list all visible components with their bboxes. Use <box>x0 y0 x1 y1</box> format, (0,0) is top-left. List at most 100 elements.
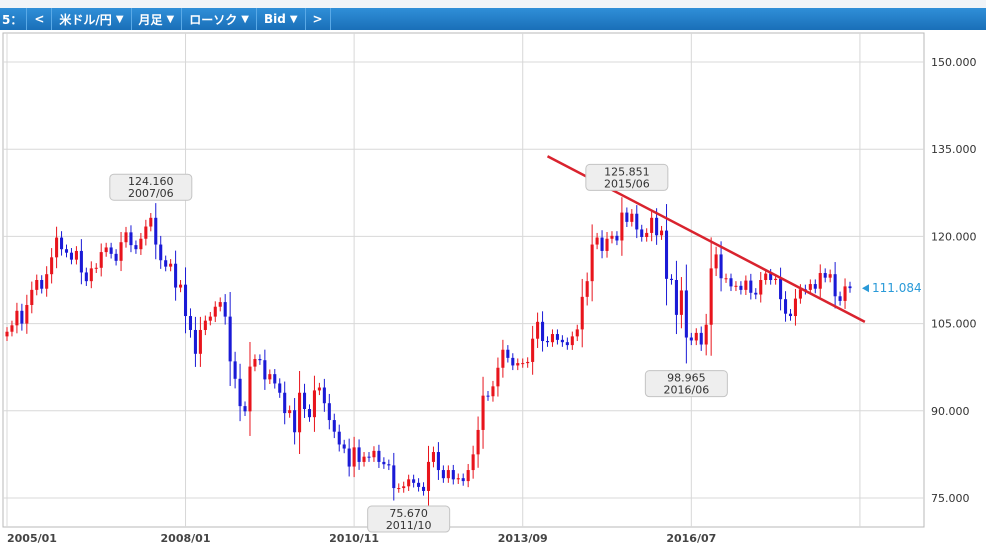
candle-body <box>590 244 594 282</box>
candle-body <box>198 329 202 354</box>
price-type-label: Bid <box>263 12 286 26</box>
candle-body <box>342 444 346 449</box>
candle-body <box>208 316 212 321</box>
candle-body <box>828 274 832 278</box>
annotation-box: 75.6702011/10 <box>367 505 451 533</box>
candle-body <box>704 324 708 345</box>
candle-body <box>664 230 669 279</box>
candle-body <box>258 359 262 361</box>
candle-body <box>833 274 837 297</box>
candle-body <box>149 217 153 227</box>
candle-body <box>179 284 183 288</box>
chevron-down-icon: ▼ <box>241 13 249 25</box>
candle-body <box>838 296 842 301</box>
candle-body <box>283 392 287 414</box>
top-strip <box>0 0 986 8</box>
currency-pair-dropdown[interactable]: 米ドル/円 ▼ <box>52 8 132 30</box>
y-tick-label: 75.000 <box>931 492 970 505</box>
currency-pair-label: 米ドル/円 <box>59 12 112 27</box>
candle-body <box>79 250 83 273</box>
candle-body <box>84 272 88 282</box>
prev-button[interactable]: < <box>27 8 53 30</box>
candle-body <box>724 278 728 280</box>
x-tick-label: 2008/01 <box>161 532 211 545</box>
candle-body <box>570 336 574 346</box>
candle-body <box>293 410 297 433</box>
candle-body <box>312 390 316 418</box>
next-button[interactable]: > <box>306 8 331 30</box>
candle-body <box>10 325 14 332</box>
candle-body <box>174 263 178 288</box>
candle-body <box>669 278 674 280</box>
chart-style-dropdown[interactable]: ローソク ▼ <box>182 8 257 30</box>
candle-body <box>798 289 802 299</box>
candle-body <box>377 450 381 462</box>
candle-body <box>25 304 29 324</box>
candle-body <box>134 245 138 250</box>
price-type-dropdown[interactable]: Bid ▼ <box>257 8 306 30</box>
candle-body <box>60 237 64 250</box>
annotation-box: 125.8512015/06 <box>585 163 669 191</box>
chart-toolbar: 5： < 米ドル/円 ▼ 月足 ▼ ローソク ▼ Bid ▼ > <box>0 8 986 30</box>
candle-body <box>89 268 93 282</box>
y-tick-label: 150.000 <box>931 56 977 69</box>
candle-body <box>595 237 599 245</box>
candle-body <box>565 342 569 346</box>
candle-body <box>273 374 277 384</box>
candle-body <box>426 461 431 491</box>
candle-body <box>491 386 495 397</box>
candle-body <box>183 284 188 317</box>
candle-body <box>436 452 440 471</box>
candle-body <box>50 257 54 275</box>
candle-body <box>714 254 718 269</box>
period-dropdown[interactable]: 月足 ▼ <box>132 8 183 30</box>
x-tick-label: 2005/01 <box>7 532 57 545</box>
candle-body <box>431 452 435 462</box>
candle-body <box>580 296 584 330</box>
candle-body <box>332 420 336 432</box>
candle-body <box>511 357 515 366</box>
y-tick-label: 105.000 <box>931 318 977 331</box>
candle-body <box>481 395 485 430</box>
candle-body <box>526 361 530 364</box>
candle-body <box>456 478 460 480</box>
candle-body <box>30 289 34 305</box>
candle-body <box>154 217 158 245</box>
candlestick-chart[interactable]: 150.000 135.000 120.000 105.000 90.000 75.000… <box>0 30 986 546</box>
candle-body <box>337 431 341 445</box>
candle-body <box>372 450 376 458</box>
candle-body <box>441 470 445 479</box>
candle-body <box>545 341 550 343</box>
candle-body <box>709 268 713 325</box>
candle-body <box>322 387 326 404</box>
candle-body <box>307 409 312 418</box>
y-tick-label: 90.000 <box>931 405 970 418</box>
candle-body <box>531 338 535 362</box>
candle-body <box>615 235 619 241</box>
candle-body <box>689 337 693 341</box>
candle-body <box>451 470 455 480</box>
candle-body <box>352 447 356 467</box>
candle-body <box>783 299 788 314</box>
candle-body <box>808 284 812 290</box>
candle-body <box>382 461 386 465</box>
y-tick-label: 135.000 <box>931 143 977 156</box>
candle-body <box>635 213 639 230</box>
candle-body <box>754 292 758 295</box>
candle-body <box>99 252 103 268</box>
candle-body <box>193 329 197 354</box>
candle-body <box>660 230 664 236</box>
chevron-down-icon: ▼ <box>115 13 124 25</box>
annotation-date: 2011/10 <box>386 519 432 532</box>
candle-body <box>74 250 78 260</box>
candle-body <box>278 383 282 393</box>
current-price-label: 111.084 <box>872 281 922 295</box>
candle-body <box>486 395 490 397</box>
candle-body <box>124 232 128 243</box>
chart-style-label: ローソク <box>189 12 238 27</box>
candle-body <box>734 285 738 287</box>
candle-body <box>417 482 421 487</box>
candle-body <box>233 361 237 379</box>
candle-body <box>218 302 222 307</box>
candle-body <box>625 212 629 222</box>
